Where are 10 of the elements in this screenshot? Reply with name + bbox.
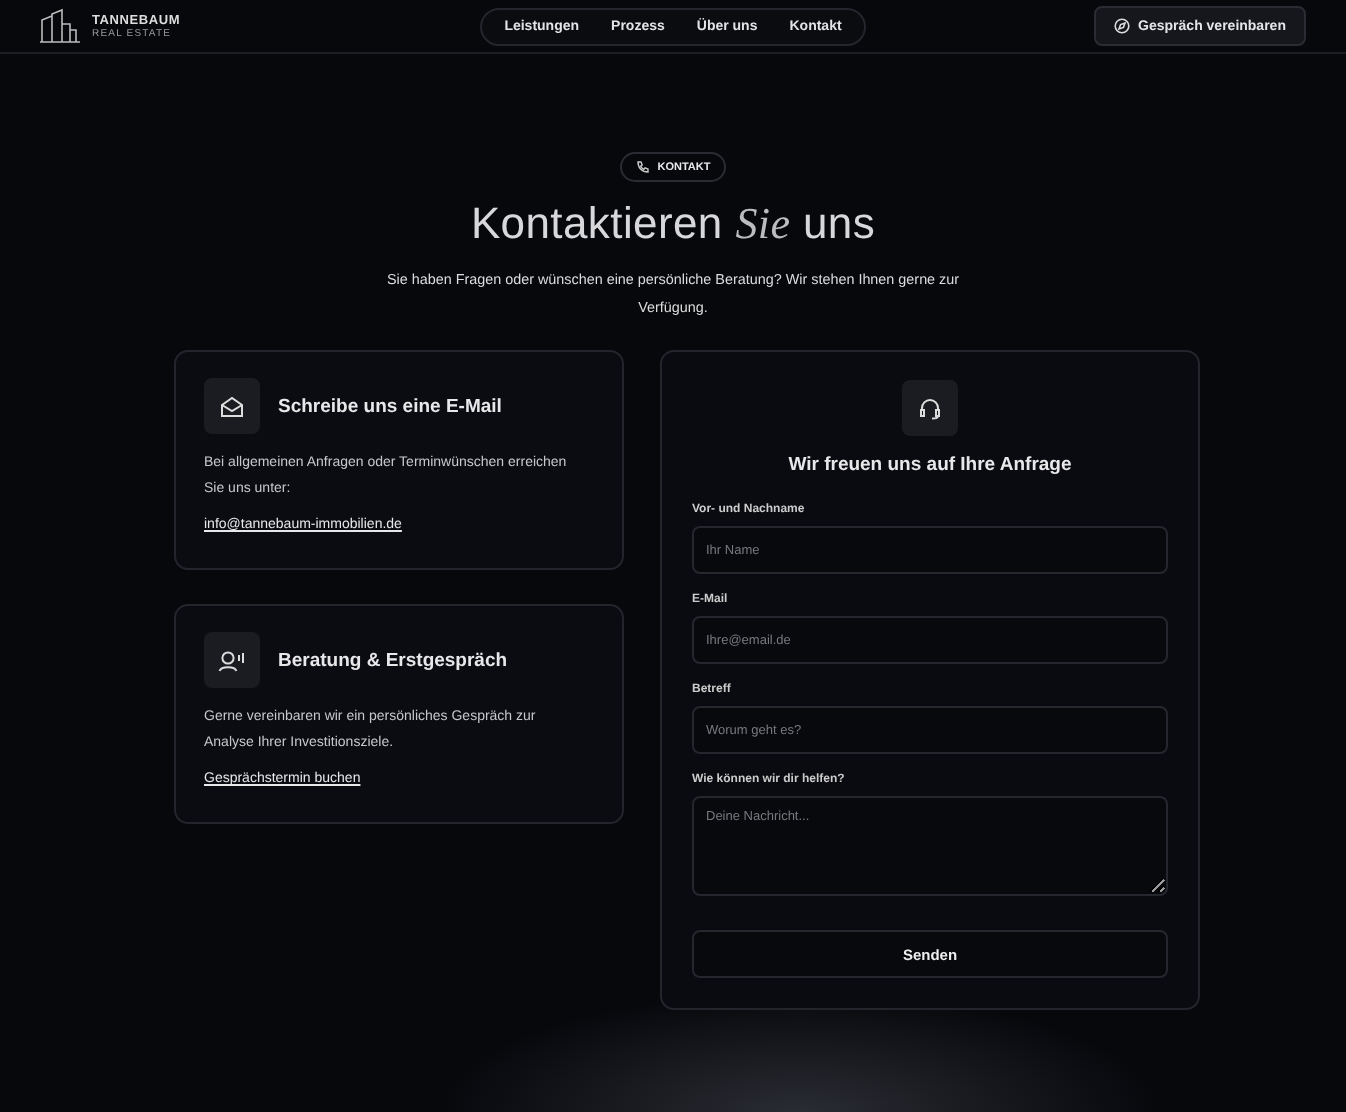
headset-icon bbox=[918, 396, 942, 420]
building-logo-icon bbox=[40, 8, 84, 44]
envelope-icon bbox=[220, 395, 244, 417]
card-title: Schreibe uns eine E-Mail bbox=[278, 395, 502, 417]
card-title: Beratung & Erstgespräch bbox=[278, 649, 508, 671]
phone-icon bbox=[635, 160, 650, 174]
compass-icon bbox=[1114, 18, 1131, 34]
form-title: Wir freuen uns auf Ihre Anfrage bbox=[788, 454, 1072, 476]
page-heading: Kontaktieren Sie uns bbox=[470, 198, 876, 250]
person-speaking-icon bbox=[218, 649, 246, 671]
